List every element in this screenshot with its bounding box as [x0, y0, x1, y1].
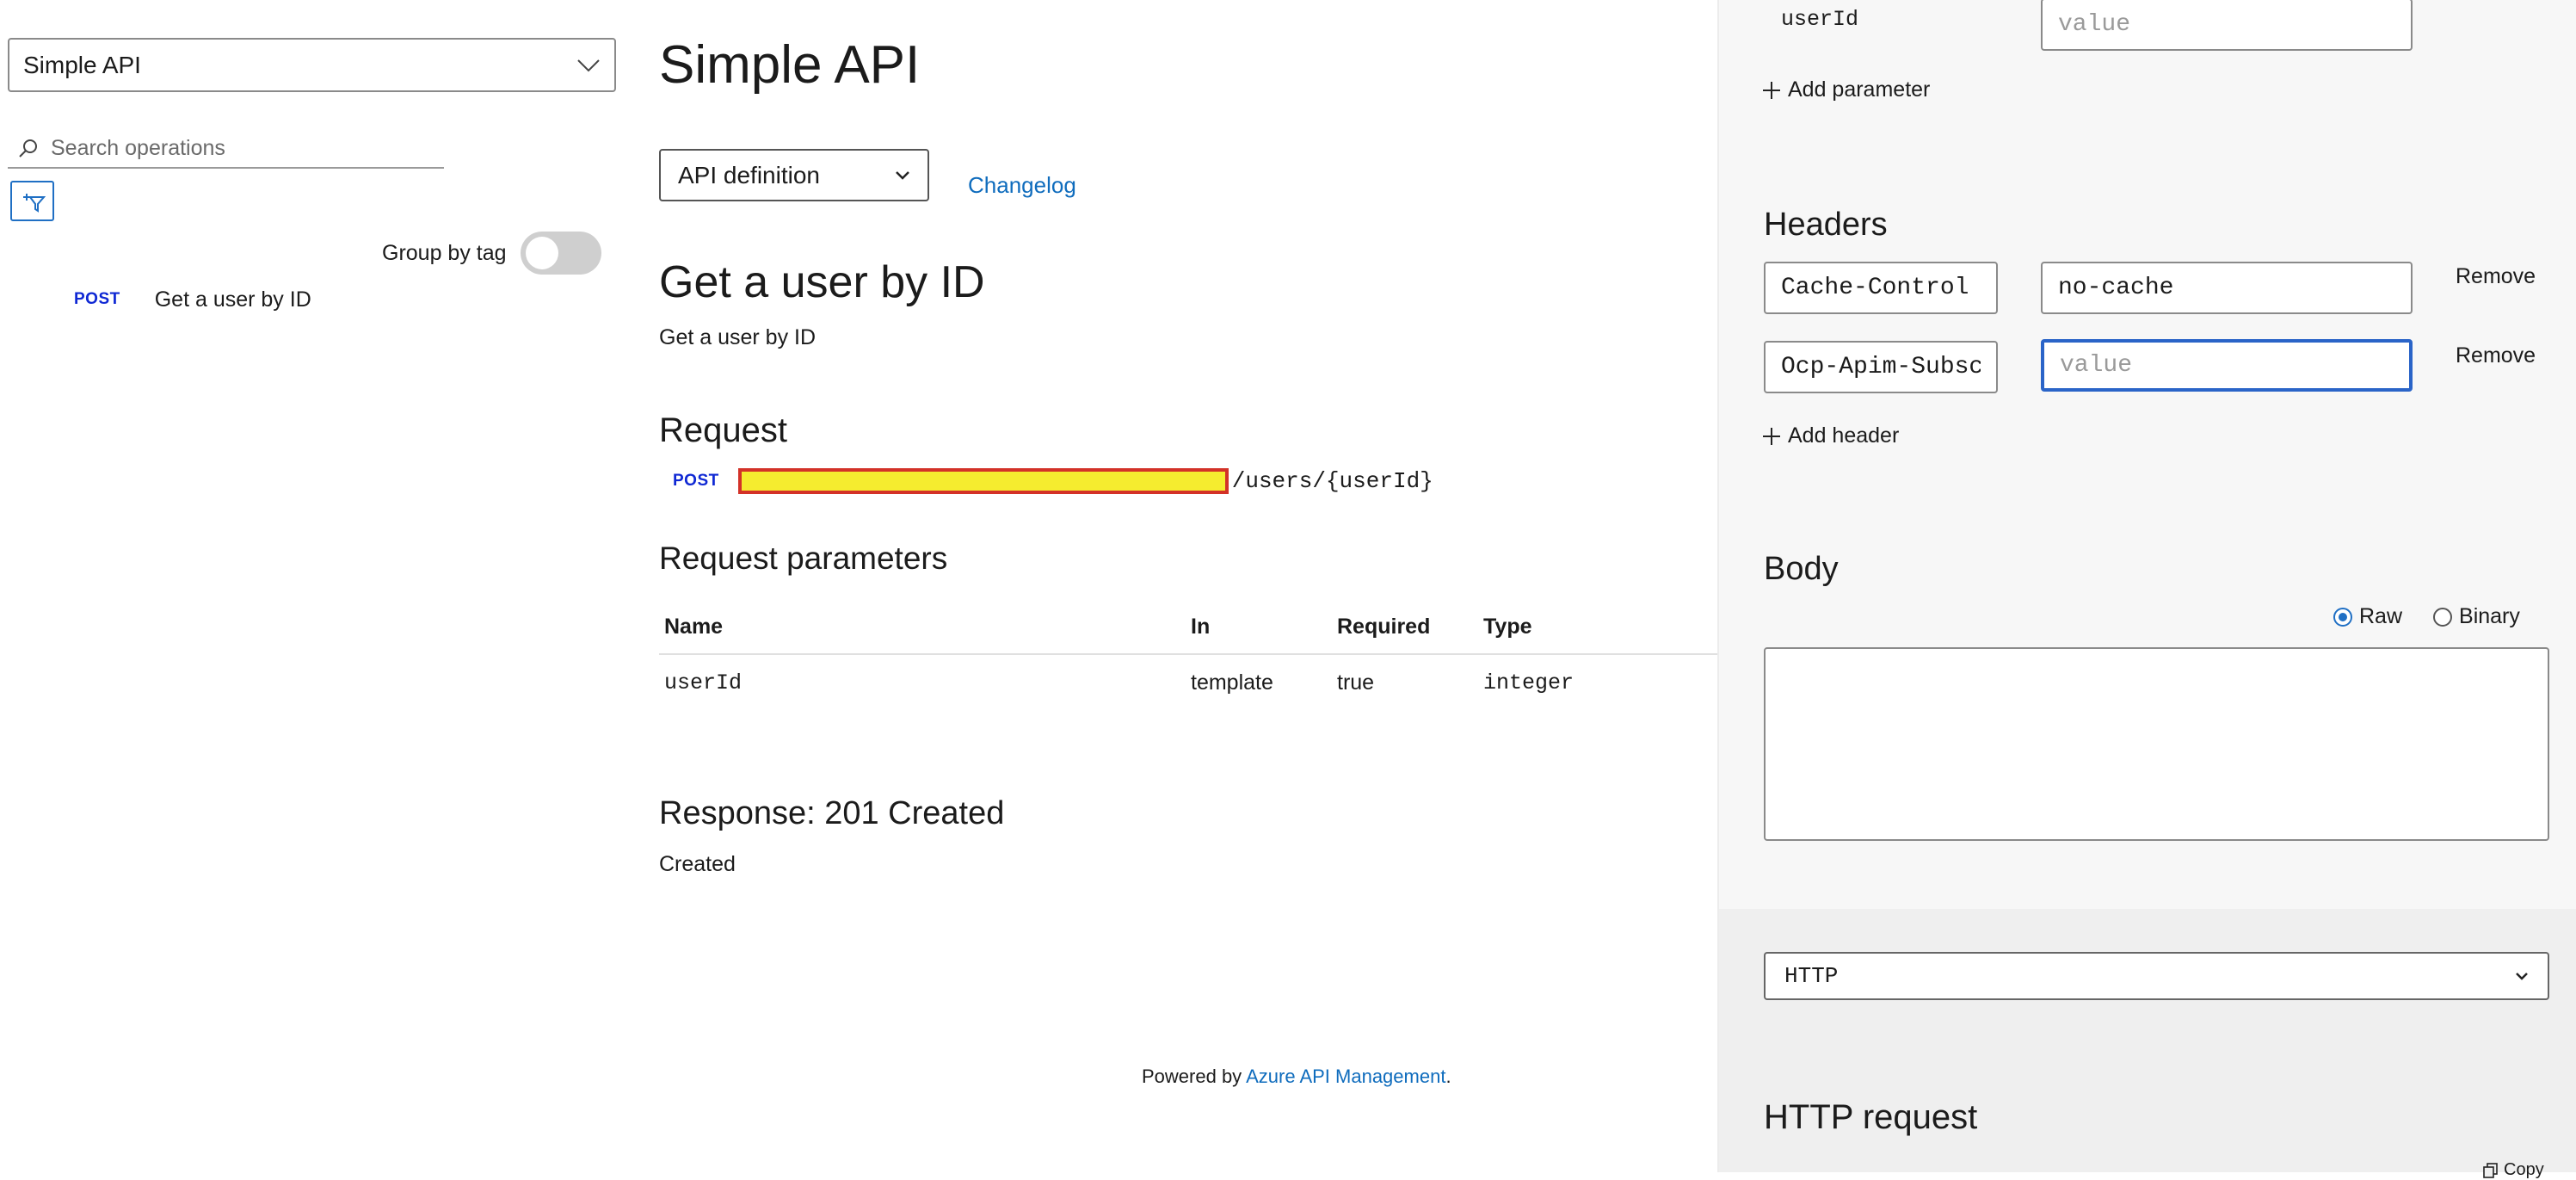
- http-request-heading: HTTP request: [1764, 1098, 1978, 1136]
- table-header-row: Name In Required Type: [659, 611, 1721, 655]
- header-name-input[interactable]: [1764, 341, 1998, 393]
- search-box: [8, 129, 444, 169]
- operation-title: Get a user by ID: [659, 257, 985, 307]
- footer: Powered by Azure API Management.: [1142, 1066, 1451, 1088]
- radio-selected-icon: [2333, 607, 2352, 627]
- test-console-panel: userId Add parameter Headers Remove Remo…: [1717, 0, 2576, 1179]
- template-param-name: userId: [1781, 7, 1859, 32]
- protocol-select-value: HTTP: [1784, 963, 1839, 989]
- search-input[interactable]: [49, 134, 444, 162]
- remove-header-button[interactable]: Remove: [2456, 264, 2536, 289]
- search-icon: [19, 139, 37, 158]
- api-selector[interactable]: Simple API: [8, 38, 616, 92]
- azure-apim-link[interactable]: Azure API Management: [1246, 1066, 1445, 1087]
- copy-button[interactable]: Copy: [2483, 1160, 2544, 1180]
- template-param-value-input[interactable]: [2041, 0, 2413, 51]
- column-header: Required: [1332, 611, 1478, 655]
- request-body-textarea[interactable]: [1764, 647, 2549, 841]
- add-parameter-label: Add parameter: [1788, 77, 1931, 102]
- headers-heading: Headers: [1764, 207, 1888, 243]
- request-parameters-heading: Request parameters: [659, 541, 948, 576]
- chevron-down-icon: [2516, 973, 2528, 980]
- api-selector-value: Simple API: [23, 51, 141, 78]
- request-path: /users/{userId}: [1231, 468, 1433, 494]
- copy-label: Copy: [2504, 1160, 2544, 1179]
- add-header-button[interactable]: Add header: [1762, 423, 1899, 448]
- param-type-cell: integer: [1483, 670, 1575, 695]
- radio-label: Raw: [2359, 604, 2403, 628]
- operation-description: Get a user by ID: [659, 325, 817, 349]
- chevron-down-icon: [896, 170, 909, 180]
- plus-icon: [1763, 81, 1780, 99]
- response-description: Created: [659, 852, 736, 876]
- api-definition-select[interactable]: API definition: [659, 149, 929, 201]
- add-filter-button[interactable]: [10, 181, 54, 221]
- add-header-label: Add header: [1788, 423, 1900, 448]
- parameters-table: Name In Required Type userId template tr…: [659, 611, 1721, 711]
- method-badge: POST: [673, 472, 719, 490]
- filter-plus-icon: [22, 193, 46, 213]
- header-value-input[interactable]: [2041, 262, 2413, 314]
- radio-label: Binary: [2459, 604, 2520, 628]
- body-format-binary[interactable]: Binary: [2433, 604, 2520, 629]
- page-title: Simple API: [659, 35, 921, 95]
- body-format-raw[interactable]: Raw: [2333, 604, 2402, 629]
- request-heading: Request: [659, 411, 787, 449]
- param-in-cell: template: [1191, 670, 1273, 695]
- group-by-tag-label: Group by tag: [382, 240, 507, 265]
- add-parameter-button[interactable]: Add parameter: [1762, 77, 1930, 102]
- chevron-down-icon: [577, 59, 600, 71]
- request-preview-section: HTTP HTTP request Copy: [1719, 909, 2576, 1179]
- param-name-cell: userId: [664, 670, 743, 695]
- footer-suffix: .: [1445, 1066, 1451, 1087]
- radio-unselected-icon: [2433, 607, 2453, 627]
- footer-prefix: Powered by: [1142, 1066, 1247, 1087]
- group-by-tag: Group by tag: [382, 229, 601, 277]
- body-heading: Body: [1764, 551, 1839, 587]
- copy-icon: [2483, 1162, 2498, 1178]
- group-by-tag-toggle[interactable]: [520, 232, 601, 275]
- plus-icon: [1763, 427, 1780, 445]
- column-header: In: [1186, 611, 1332, 655]
- remove-header-button[interactable]: Remove: [2456, 343, 2536, 368]
- changelog-link[interactable]: Changelog: [968, 172, 1076, 199]
- operation-list-item[interactable]: POST Get a user by ID: [74, 284, 311, 315]
- protocol-select[interactable]: HTTP: [1764, 952, 2549, 1000]
- column-header: Name: [659, 611, 1186, 655]
- table-row: userId template true integer: [659, 654, 1721, 711]
- param-required-cell: true: [1337, 670, 1375, 695]
- redacted-host: [737, 468, 1229, 494]
- method-badge: POST: [74, 290, 120, 308]
- header-value-input[interactable]: [2041, 339, 2413, 392]
- request-url: POST /users/{userId}: [673, 465, 1433, 497]
- response-heading: Response: 201 Created: [659, 795, 1005, 831]
- api-definition-value: API definition: [678, 161, 820, 188]
- column-header: Type: [1478, 611, 1721, 655]
- body-format-group: Raw Binary: [2333, 604, 2520, 629]
- operation-name: Get a user by ID: [154, 287, 311, 312]
- header-name-input[interactable]: [1764, 262, 1998, 314]
